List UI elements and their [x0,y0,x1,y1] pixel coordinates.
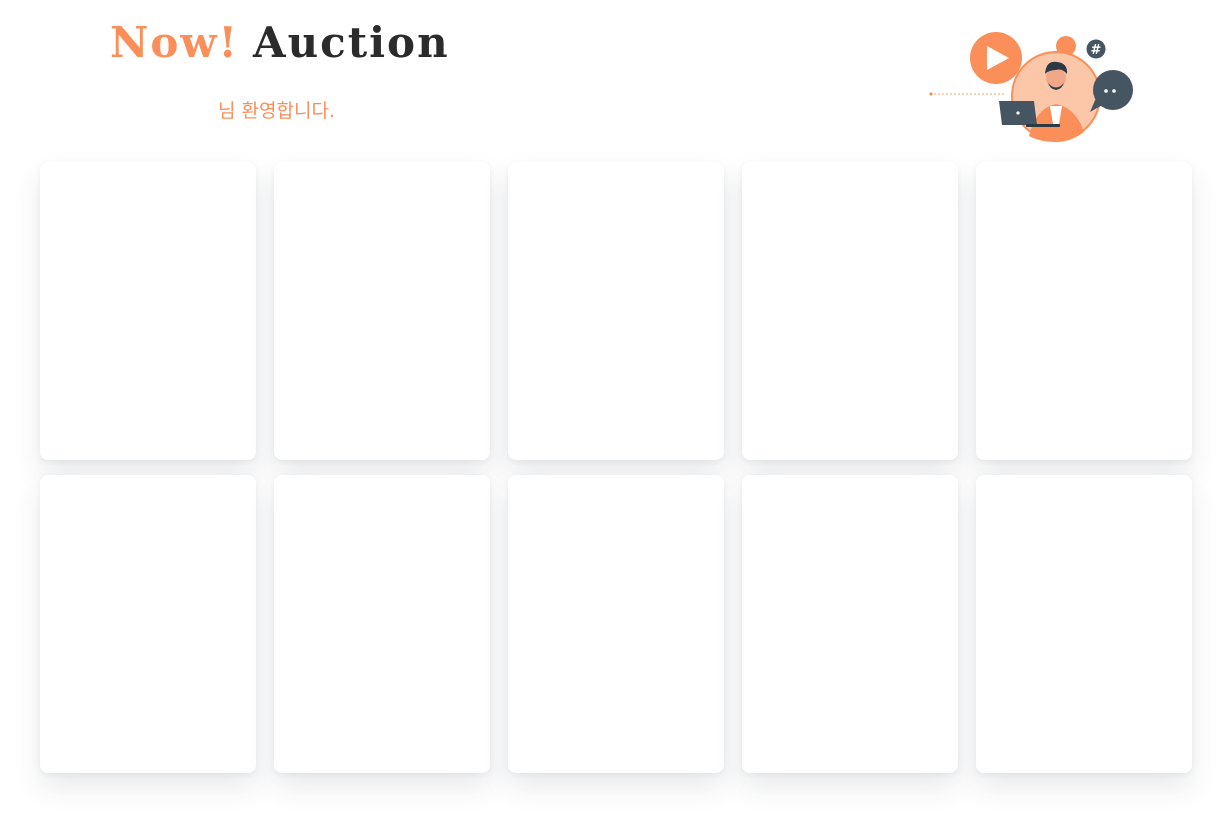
line-dot [929,92,933,96]
hashtag-icon: # [1086,39,1106,59]
auction-card[interactable] [40,162,256,460]
auction-card[interactable] [976,475,1192,773]
person-avatar [1011,51,1101,142]
auction-card[interactable] [976,162,1192,460]
logo[interactable]: Now! Auction [110,18,450,67]
auction-card[interactable] [742,162,958,460]
header: Now! Auction 님 환영합니다. # [0,0,1232,150]
svg-text:#: # [1091,43,1102,58]
header-illustration: # [929,32,1133,142]
auction-card[interactable] [274,475,490,773]
welcome-message: 님 환영합니다. [218,100,335,122]
auction-card[interactable] [274,162,490,460]
auction-card-grid [40,162,1192,773]
logo-auction: Auction [253,18,450,67]
auction-card[interactable] [40,475,256,773]
auction-card[interactable] [508,475,724,773]
logo-now: Now! [110,18,239,67]
auction-card[interactable] [508,162,724,460]
auction-card[interactable] [742,475,958,773]
play-icon [970,32,1022,84]
